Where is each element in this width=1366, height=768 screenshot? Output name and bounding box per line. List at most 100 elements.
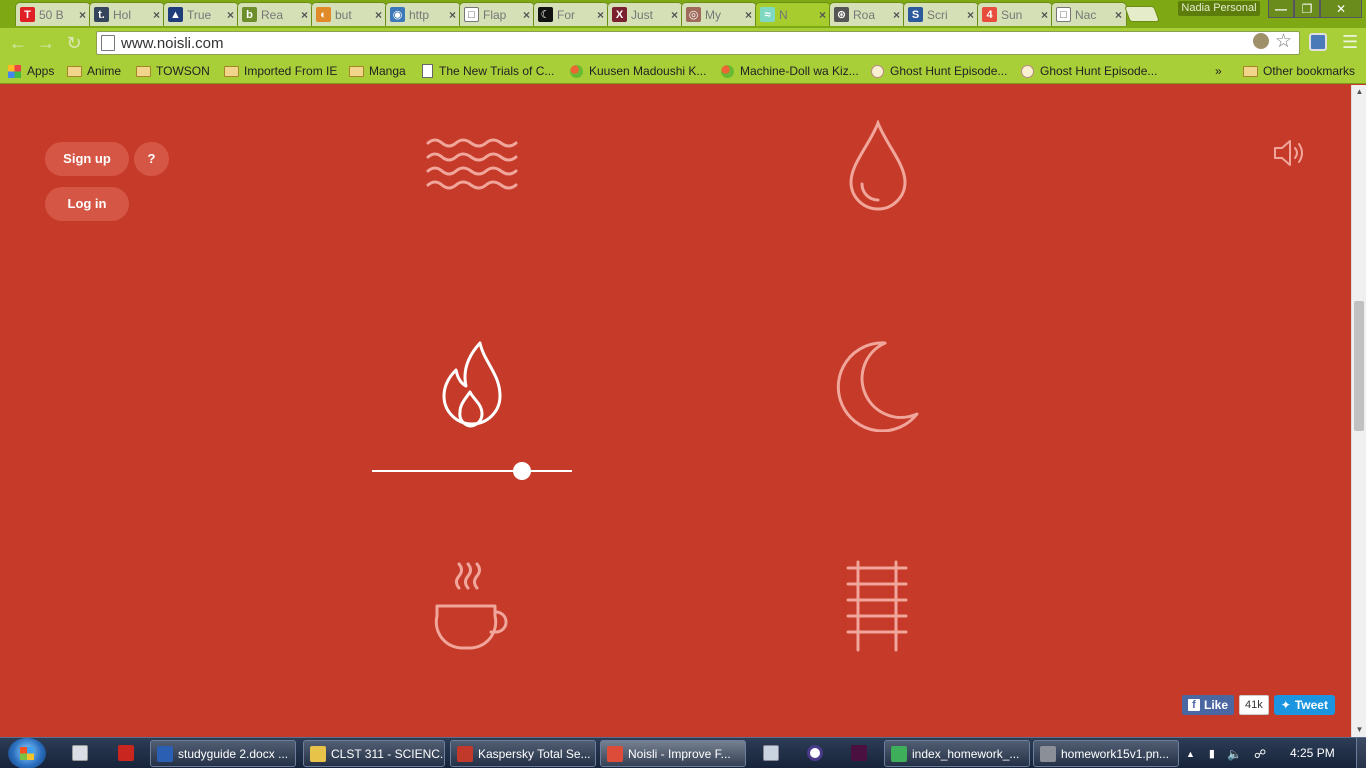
bookmark-item[interactable]: Kuusen Madoushi K... (570, 62, 706, 80)
browser-tab[interactable]: S Scri × (903, 2, 979, 26)
browser-tab[interactable]: ▲ True × (163, 2, 239, 26)
browser-tab[interactable]: □ Nac × (1051, 2, 1127, 26)
coffee-icon[interactable] (433, 560, 511, 654)
reload-icon[interactable]: ↻ (64, 33, 84, 53)
tab-close-icon[interactable]: × (745, 8, 752, 22)
show-desktop-button[interactable] (1356, 738, 1366, 768)
browser-tab[interactable]: ⊛ Roa × (829, 2, 905, 26)
tab-title: Roa (853, 7, 876, 22)
menu-icon[interactable]: ☰ (1342, 32, 1358, 53)
acrobat-icon[interactable] (118, 745, 134, 761)
close-window-button[interactable]: ✕ (1320, 0, 1362, 18)
bookmark-item[interactable]: Ghost Hunt Episode... (871, 62, 1007, 80)
tab-close-icon[interactable]: × (449, 8, 456, 22)
browser-tab[interactable]: ◎ My × (681, 2, 757, 26)
bookmarks-bar: Apps Anime TOWSON Imported From IE Manga The … (0, 58, 1366, 84)
browser-tab[interactable]: ◐ but × (311, 2, 387, 26)
new-tab-button[interactable] (1124, 6, 1160, 22)
solitaire-icon[interactable] (72, 745, 88, 761)
tab-favicon-icon: S (908, 7, 923, 22)
taskbar-task[interactable]: Kaspersky Total Se... (450, 740, 596, 767)
fire-volume-slider[interactable] (372, 470, 572, 472)
scroll-down-icon[interactable]: ▼ (1352, 723, 1366, 737)
bookmark-item[interactable]: Ghost Hunt Episode... (1021, 62, 1157, 80)
browser-tab[interactable]: 4 Sun × (977, 2, 1053, 26)
calculator-icon[interactable] (763, 745, 779, 761)
help-button[interactable]: ? (134, 142, 169, 176)
signup-button[interactable]: Sign up (45, 142, 129, 176)
like-count: 41k (1239, 695, 1269, 715)
bookmark-item[interactable]: Apps (8, 62, 54, 80)
tab-close-icon[interactable]: × (819, 8, 826, 22)
bookmark-item[interactable]: Manga (349, 62, 406, 80)
tab-close-icon[interactable]: × (153, 8, 160, 22)
tray-expand-icon[interactable]: ▲ (1186, 749, 1195, 759)
tab-close-icon[interactable]: × (79, 8, 86, 22)
volume-icon[interactable] (1272, 138, 1306, 168)
browser-tab[interactable]: b Rea × (237, 2, 313, 26)
profile-name[interactable]: Nadia Personal (1178, 1, 1260, 16)
extension-icon[interactable] (1309, 33, 1327, 51)
login-button[interactable]: Log in (45, 187, 129, 221)
train-tracks-icon[interactable] (846, 560, 910, 654)
browser-tab[interactable]: ≈ N × (755, 2, 831, 26)
address-url[interactable]: www.noisli.com (121, 35, 224, 52)
rain-icon[interactable] (848, 120, 908, 214)
bookmarks-overflow-icon[interactable]: » (1215, 62, 1222, 80)
power-icon[interactable]: ☍ (1254, 747, 1266, 761)
fire-volume-handle[interactable] (513, 462, 531, 480)
page-scrollbar[interactable]: ▲ ▼ (1351, 85, 1366, 737)
taskbar-task[interactable]: CLST 311 - SCIENC... (303, 740, 445, 767)
browser-tab[interactable]: t. Hol × (89, 2, 165, 26)
browser-tab[interactable]: T 50 B × (15, 2, 91, 26)
tab-close-icon[interactable]: × (967, 8, 974, 22)
kaspersky-icon[interactable] (1253, 33, 1269, 49)
other-bookmarks[interactable]: Other bookmarks (1243, 62, 1355, 80)
tab-title: Just (631, 7, 654, 22)
scrollbar-thumb[interactable] (1354, 301, 1364, 431)
moon-icon[interactable] (835, 340, 921, 432)
minimize-button[interactable]: — (1268, 0, 1294, 18)
start-button[interactable] (8, 738, 46, 768)
taskbar-task[interactable]: homework15v1.pn... (1033, 740, 1179, 767)
taskbar-task[interactable]: index_homework_... (884, 740, 1030, 767)
indesign-icon[interactable] (851, 745, 867, 761)
tab-title: True (187, 7, 212, 22)
bookmark-item[interactable]: Anime (67, 62, 121, 80)
forward-icon[interactable]: → (36, 33, 56, 53)
maximize-button[interactable]: ❐ (1294, 0, 1320, 18)
windows-logo-icon (20, 747, 34, 760)
bookmark-star-icon[interactable]: ☆ (1275, 30, 1292, 53)
tab-close-icon[interactable]: × (597, 8, 604, 22)
browser-tab[interactable]: □ Flap × (459, 2, 535, 26)
tab-close-icon[interactable]: × (1041, 8, 1048, 22)
facebook-like-button[interactable]: f Like (1182, 695, 1235, 715)
taskbar-task[interactable]: studyguide 2.docx ... (150, 740, 296, 767)
tab-close-icon[interactable]: × (227, 8, 234, 22)
speaker-icon[interactable]: 🔈 (1227, 747, 1242, 761)
tab-close-icon[interactable]: × (893, 8, 900, 22)
tab-close-icon[interactable]: × (301, 8, 308, 22)
browser-tab[interactable]: ☾ For × (533, 2, 609, 26)
bookmark-item[interactable]: TOWSON (136, 62, 210, 80)
bookmark-item[interactable]: Imported From IE (224, 62, 337, 80)
folder-icon (136, 65, 151, 77)
address-bar[interactable]: www.noisli.com (96, 31, 1300, 55)
tab-close-icon[interactable]: × (671, 8, 678, 22)
bookmark-item[interactable]: Machine-Doll wa Kiz... (721, 62, 859, 80)
media-icon[interactable] (807, 745, 823, 761)
tab-close-icon[interactable]: × (1115, 8, 1122, 22)
tab-close-icon[interactable]: × (523, 8, 530, 22)
tab-close-icon[interactable]: × (375, 8, 382, 22)
back-icon[interactable]: ← (8, 33, 28, 53)
water-icon[interactable] (425, 135, 519, 195)
taskbar-task[interactable]: Noisli - Improve F... (600, 740, 746, 767)
clock[interactable]: 4:25 PM (1290, 746, 1335, 760)
signal-icon[interactable]: ▮ (1209, 747, 1215, 760)
browser-tab[interactable]: ◉ http × (385, 2, 461, 26)
fire-icon[interactable] (440, 340, 504, 432)
bookmark-item[interactable]: The New Trials of C... (422, 62, 554, 80)
browser-tab[interactable]: X Just × (607, 2, 683, 26)
tweet-button[interactable]: ✦ Tweet (1273, 695, 1335, 715)
scroll-up-icon[interactable]: ▲ (1352, 85, 1366, 99)
